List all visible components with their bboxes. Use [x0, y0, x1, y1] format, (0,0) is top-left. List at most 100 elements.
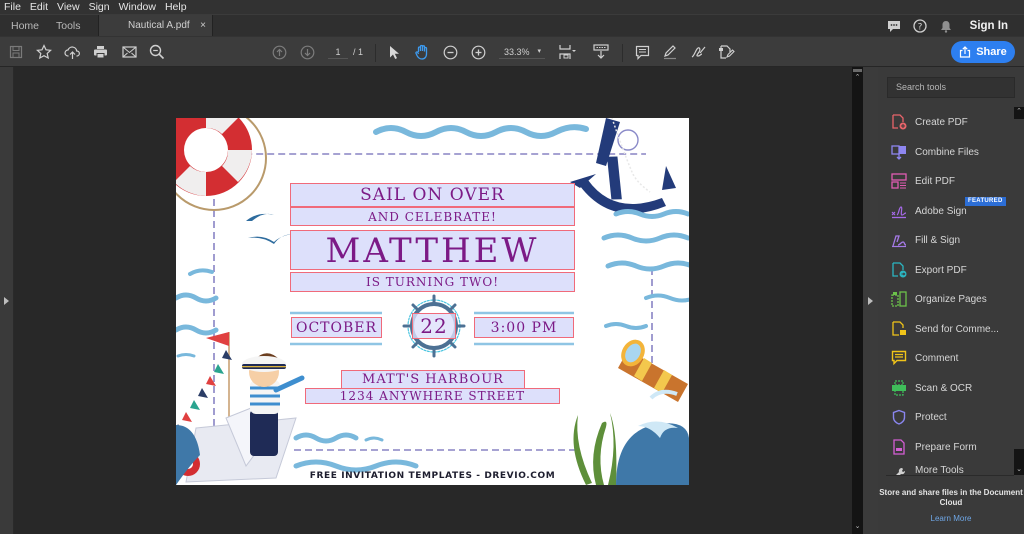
- main-toolbar: 1 / 1 33.3% ▾ Share: [0, 36, 1024, 67]
- invite-line-turning-two[interactable]: IS TURNING TWO!: [290, 272, 575, 292]
- tab-document[interactable]: Nautical A.pdf ×: [98, 15, 213, 37]
- tool-combine-files[interactable]: Combine Files: [890, 141, 1010, 163]
- bird-icon: [246, 213, 274, 221]
- svg-text:?: ?: [917, 22, 922, 32]
- email-icon[interactable]: [120, 43, 138, 61]
- sign-pen-icon[interactable]: [689, 43, 707, 61]
- chat-icon[interactable]: [886, 18, 902, 34]
- scroll-mode-icon[interactable]: [592, 43, 610, 61]
- document-tab-title: Nautical A.pdf: [128, 20, 190, 31]
- help-icon[interactable]: ?: [912, 18, 928, 34]
- invite-time[interactable]: 3:00 PM: [474, 317, 574, 338]
- wave-decoration: [613, 209, 689, 219]
- zoom-level-dropdown[interactable]: 33.3% ▾: [499, 45, 545, 59]
- scroll-down-icon[interactable]: ⌄: [852, 522, 863, 532]
- menu-help[interactable]: Help: [165, 1, 187, 13]
- wave-decoration: [293, 432, 359, 444]
- tool-send-for-comments[interactable]: Send for Comme...: [890, 318, 1010, 340]
- create-pdf-icon: [890, 113, 908, 131]
- template-credit: FREE INVITATION TEMPLATES - DREVIO.COM: [309, 471, 556, 481]
- learn-more-link[interactable]: Learn More: [878, 514, 1024, 523]
- adobe-sign-icon: [890, 202, 908, 220]
- tool-protect[interactable]: Protect: [890, 406, 1010, 428]
- menu-view[interactable]: View: [57, 1, 80, 13]
- menu-file[interactable]: File: [4, 1, 21, 13]
- hand-tool-icon[interactable]: [413, 43, 431, 61]
- page-number-input[interactable]: 1: [328, 45, 348, 59]
- scrollbar-thumb[interactable]: [853, 69, 862, 72]
- invite-street[interactable]: 1234 ANYWHERE STREET: [305, 388, 560, 404]
- wave-decoration: [176, 353, 196, 358]
- fill-sign-icon[interactable]: [717, 43, 735, 61]
- menu-bar: File Edit View Sign Window Help: [0, 0, 1024, 14]
- menu-window[interactable]: Window: [119, 1, 156, 13]
- tool-edit-pdf[interactable]: Edit PDF: [890, 170, 1010, 192]
- tool-prepare-form[interactable]: Prepare Form: [890, 436, 1010, 458]
- tool-comment[interactable]: Comment: [890, 347, 1010, 369]
- page-layout-icon[interactable]: [557, 43, 579, 61]
- share-button[interactable]: Share: [951, 41, 1015, 63]
- previous-page-icon[interactable]: [270, 43, 288, 61]
- wave-decoration: [188, 268, 214, 276]
- comment-icon[interactable]: [633, 43, 651, 61]
- print-icon[interactable]: [91, 43, 109, 61]
- wave-decoration: [176, 324, 219, 336]
- tools-scroll-up-icon[interactable]: ⌃: [1014, 107, 1024, 117]
- cloud-upload-icon[interactable]: [63, 43, 81, 61]
- scan-ocr-icon: [890, 379, 908, 397]
- save-icon[interactable]: [7, 43, 25, 61]
- bird-icon: [248, 234, 292, 244]
- tab-tools[interactable]: Tools: [56, 15, 81, 37]
- tool-export-pdf[interactable]: Export PDF: [890, 259, 1010, 281]
- expand-left-pane-icon[interactable]: [4, 297, 9, 305]
- chevron-down-icon: ▾: [537, 48, 541, 55]
- tools-scroll-down-icon[interactable]: ⌄: [1014, 465, 1024, 475]
- wrench-icon: [890, 465, 908, 475]
- tool-fill-sign[interactable]: Fill & Sign: [890, 229, 1010, 251]
- invite-line-and-celebrate[interactable]: AND CELEBRATE!: [290, 207, 575, 226]
- scroll-up-icon[interactable]: ⌃: [852, 73, 863, 83]
- invite-line-sail-on-over[interactable]: SAIL ON OVER: [290, 183, 575, 207]
- bunting-flags: [176, 350, 232, 434]
- tools-scrollbar-thumb[interactable]: [1014, 119, 1024, 449]
- document-scrollbar[interactable]: ⌃ ⌄: [852, 67, 863, 534]
- tools-panel: Search tools Create PDF Combine Files Ed…: [878, 67, 1024, 534]
- toolbar-divider: [375, 44, 376, 62]
- tool-create-pdf[interactable]: Create PDF: [890, 111, 1010, 133]
- tool-scan-ocr[interactable]: Scan & OCR: [890, 377, 1010, 399]
- highlight-pen-icon[interactable]: [661, 43, 679, 61]
- invite-venue[interactable]: MATT'S HARBOUR: [341, 370, 525, 389]
- close-tab-button[interactable]: ×: [200, 15, 206, 37]
- tools-scrollbar[interactable]: ⌃ ⌄: [1014, 107, 1024, 475]
- bookmark-star-icon[interactable]: [35, 43, 53, 61]
- wave-decoration: [605, 260, 689, 272]
- invite-day[interactable]: 22: [412, 313, 456, 339]
- tab-bar: Home Tools Nautical A.pdf × ? Sign In: [0, 14, 1024, 37]
- collapse-tools-pane-icon[interactable]: [868, 297, 873, 305]
- wave-decoration: [601, 232, 689, 244]
- comment-tool-icon: [890, 349, 908, 367]
- invite-month[interactable]: OCTOBER: [291, 317, 382, 338]
- pdf-page: SAIL ON OVER AND CELEBRATE! MATTHEW IS T…: [176, 118, 689, 485]
- invite-child-name[interactable]: MATTHEW: [290, 230, 575, 270]
- menu-edit[interactable]: Edit: [30, 1, 48, 13]
- search-tools-input[interactable]: Search tools: [887, 77, 1015, 98]
- notifications-icon[interactable]: [938, 18, 954, 34]
- share-icon: [960, 46, 971, 58]
- tab-home[interactable]: Home: [11, 15, 39, 37]
- tool-organize-pages[interactable]: Organize Pages: [890, 288, 1010, 310]
- search-icon[interactable]: [148, 43, 166, 61]
- menu-sign[interactable]: Sign: [89, 1, 110, 13]
- zoom-out-icon[interactable]: [441, 43, 459, 61]
- invitation-artwork: [176, 118, 689, 485]
- zoom-in-icon[interactable]: [469, 43, 487, 61]
- sign-in-button[interactable]: Sign In: [970, 20, 1008, 32]
- select-cursor-icon[interactable]: [385, 43, 403, 61]
- wave-decoration: [604, 322, 648, 330]
- anchor-icon: [570, 118, 676, 214]
- edit-pdf-icon: [890, 172, 908, 190]
- next-page-icon[interactable]: [298, 43, 316, 61]
- fill-sign-icon: [890, 231, 908, 249]
- left-nav-pane: [0, 67, 14, 534]
- tool-more-tools[interactable]: More Tools: [890, 465, 1010, 475]
